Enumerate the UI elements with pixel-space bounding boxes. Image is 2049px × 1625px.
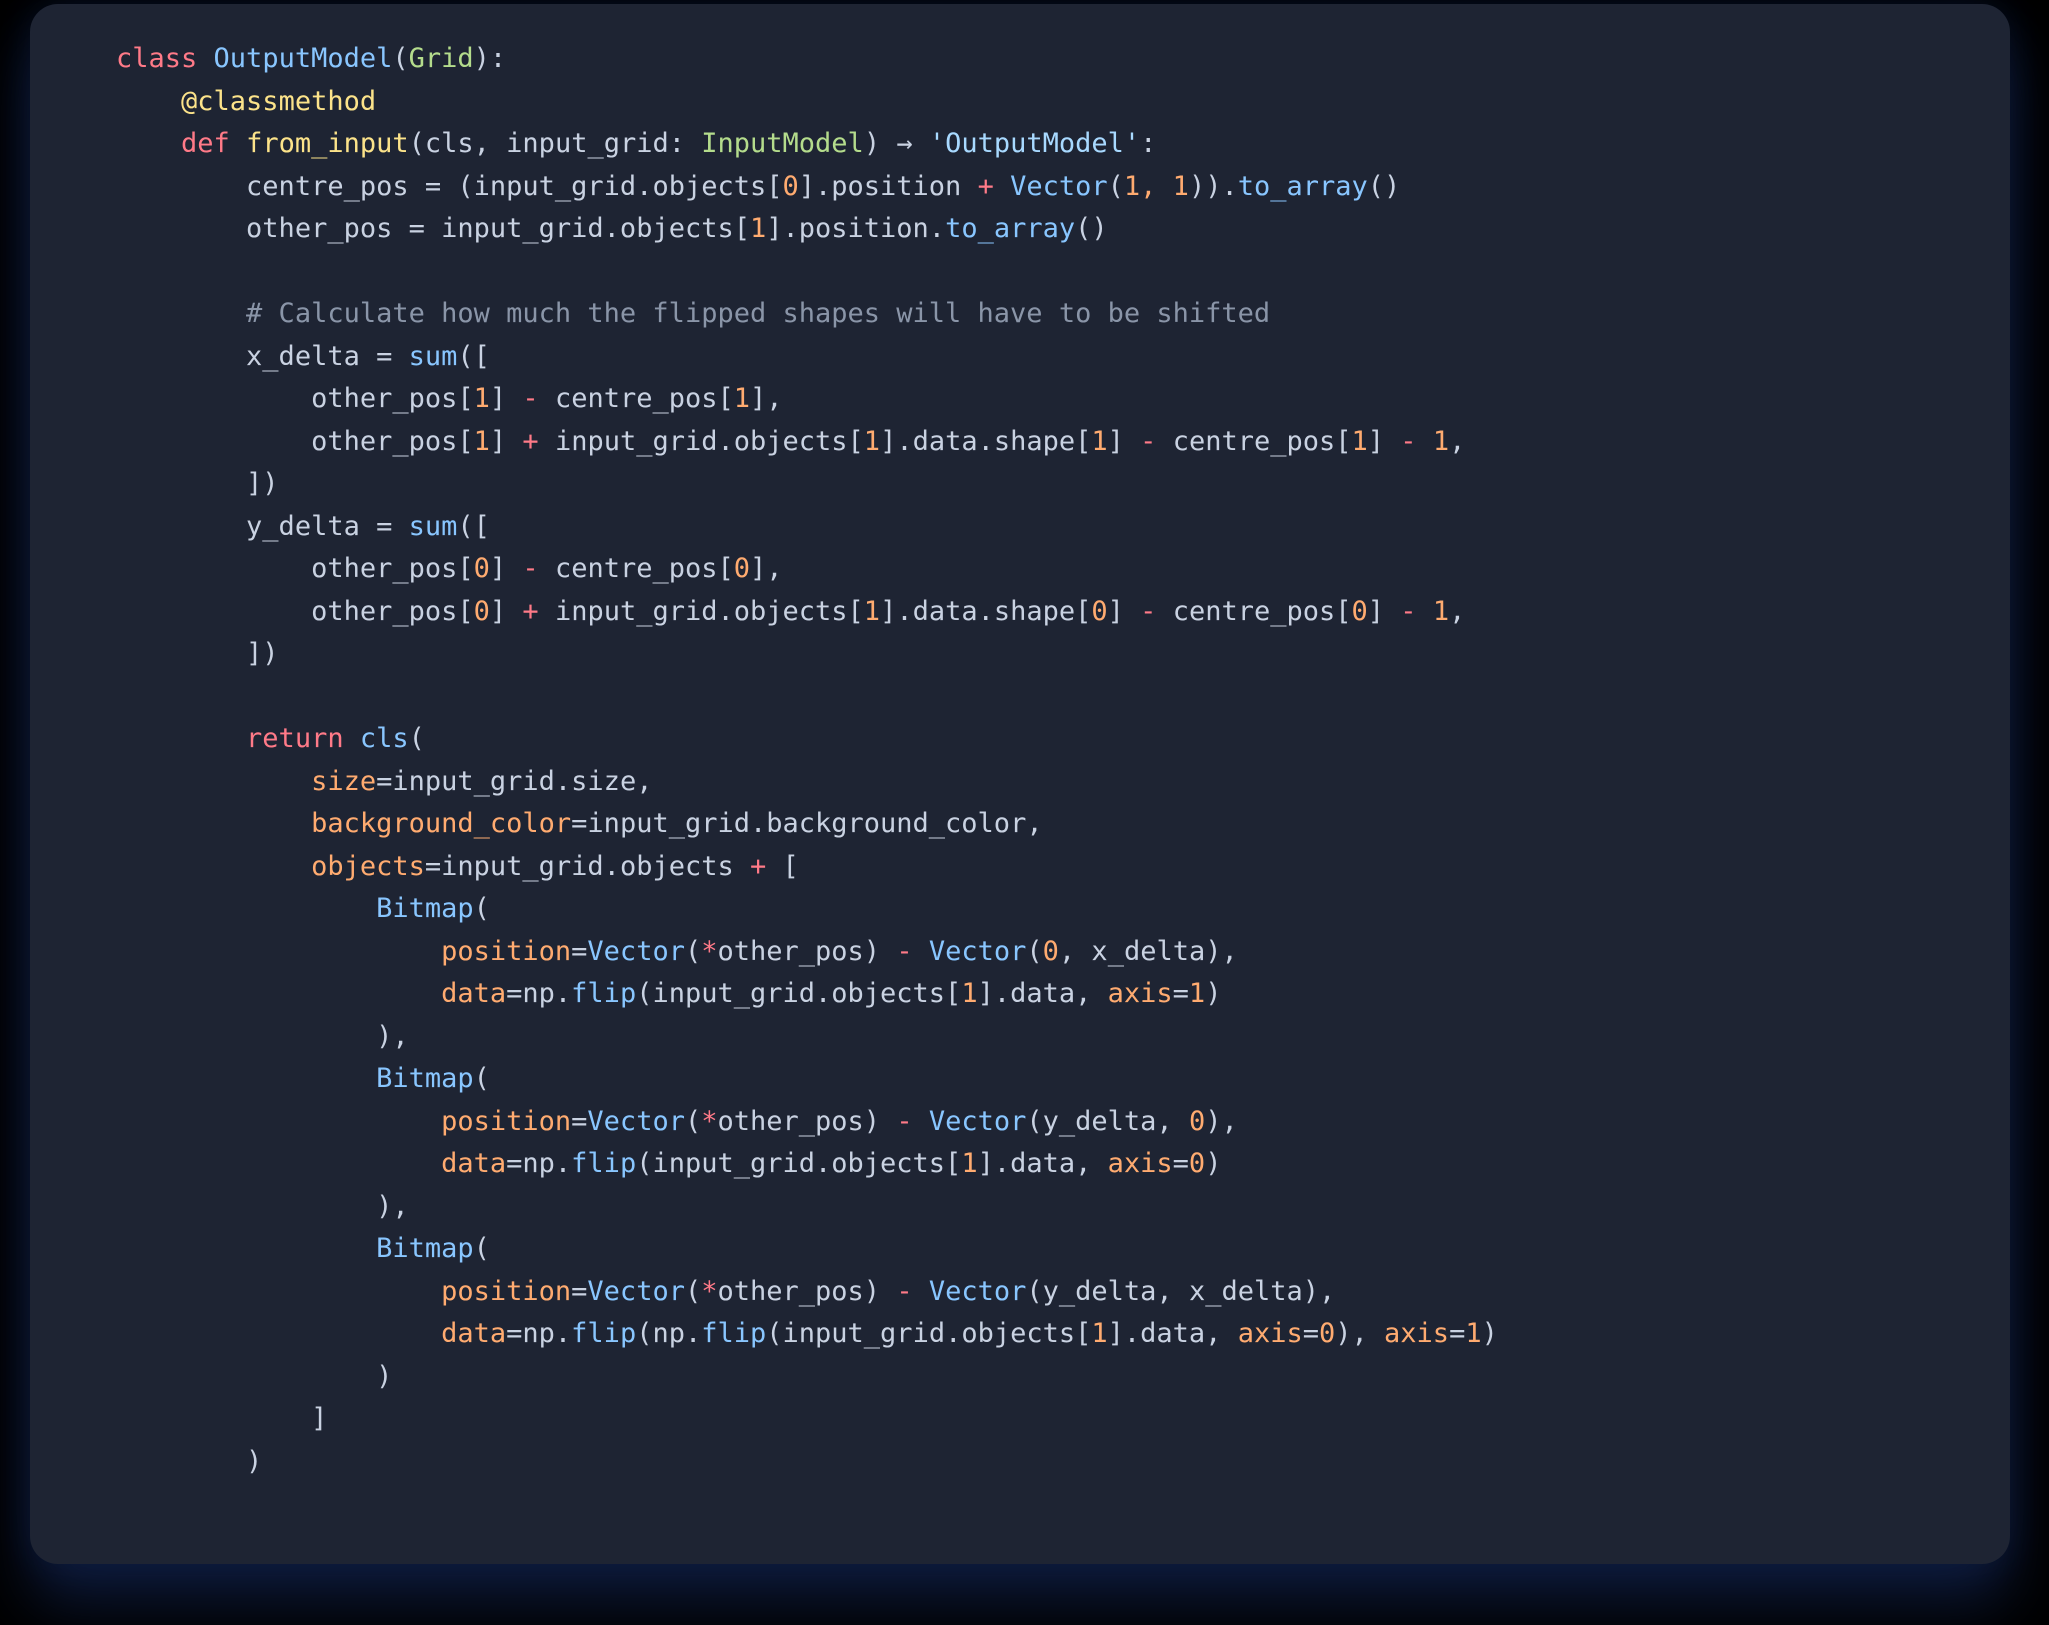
code-line: ),: [116, 1191, 409, 1222]
code-line: centre_pos = (input_grid.objects[0].posi…: [116, 171, 1400, 202]
code-line: position=Vector(*other_pos) - Vector(0, …: [116, 936, 1238, 967]
code-line: Bitmap(: [116, 1233, 490, 1264]
code-line: position=Vector(*other_pos) - Vector(y_d…: [116, 1276, 1335, 1307]
code-line: other_pos[0] + input_grid.objects[1].dat…: [116, 596, 1465, 627]
code-line: other_pos[1] + input_grid.objects[1].dat…: [116, 426, 1465, 457]
code-line: x_delta = sum([: [116, 341, 490, 372]
code-line: other_pos[1] - centre_pos[1],: [116, 383, 783, 414]
code-line: ): [116, 1361, 392, 1392]
code-line: return cls(: [116, 723, 425, 754]
code-line: background_color=input_grid.background_c…: [116, 808, 1043, 839]
code-line: ]): [116, 638, 279, 669]
code-block: class OutputModel(Grid): @classmethod de…: [116, 38, 1960, 1483]
code-line: # Calculate how much the flipped shapes …: [116, 298, 1270, 329]
code-line: other_pos = input_grid.objects[1].positi…: [116, 213, 1108, 244]
code-line: other_pos[0] - centre_pos[0],: [116, 553, 783, 584]
code-line: @classmethod: [116, 86, 376, 117]
code-line: ]): [116, 468, 279, 499]
code-line: class OutputModel(Grid):: [116, 43, 506, 74]
code-line: def from_input(cls, input_grid: InputMod…: [116, 128, 1156, 159]
code-line: ]: [116, 1403, 327, 1434]
code-line: [116, 256, 132, 287]
code-line: y_delta = sum([: [116, 511, 490, 542]
code-line: objects=input_grid.objects + [: [116, 851, 799, 882]
code-line: [116, 681, 132, 712]
code-line: ): [116, 1446, 262, 1477]
code-line: Bitmap(: [116, 893, 490, 924]
code-line: data=np.flip(np.flip(input_grid.objects[…: [116, 1318, 1498, 1349]
code-line: position=Vector(*other_pos) - Vector(y_d…: [116, 1106, 1238, 1137]
code-line: size=input_grid.size,: [116, 766, 652, 797]
code-line: data=np.flip(input_grid.objects[1].data,…: [116, 978, 1221, 1009]
code-line: data=np.flip(input_grid.objects[1].data,…: [116, 1148, 1221, 1179]
code-line: ),: [116, 1021, 409, 1052]
code-card: class OutputModel(Grid): @classmethod de…: [30, 4, 2010, 1564]
code-line: Bitmap(: [116, 1063, 490, 1094]
